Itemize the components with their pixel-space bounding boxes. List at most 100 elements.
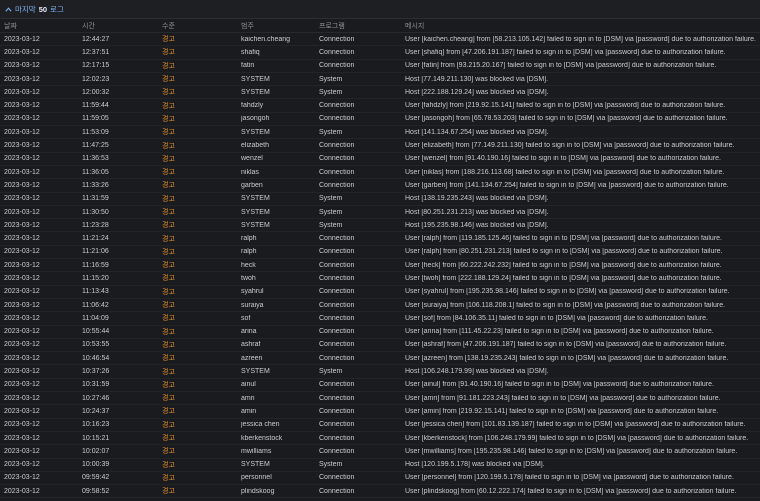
log-level: 경고 [162, 355, 175, 363]
chevron-up-icon[interactable] [4, 5, 12, 13]
log-time: 11:23:28 [82, 221, 109, 229]
table-row[interactable]: 2023-03-12 11:13:43 경고 syahrul Connectio… [0, 286, 760, 299]
log-program: Connection [319, 447, 355, 455]
log-time: 12:37:51 [82, 48, 110, 56]
log-user: niklas [241, 168, 259, 176]
column-header-level[interactable]: 수준 [162, 21, 241, 31]
table-row[interactable]: 2023-03-12 11:36:05 경고 niklas Connection… [0, 166, 760, 180]
log-user: arina [241, 328, 257, 336]
table-row[interactable]: 2023-03-12 10:15:21 경고 kberkenstock Conn… [0, 432, 760, 446]
log-time: 11:21:24 [82, 235, 109, 243]
log-date: 2023-03-12 [4, 115, 40, 123]
log-time: 10:55:44 [82, 328, 110, 336]
table-row[interactable]: 2023-03-12 09:59:42 경고 personnel Connect… [0, 472, 760, 486]
log-date: 2023-03-12 [4, 168, 40, 176]
table-row[interactable]: 2023-03-12 12:44:27 경고 kaichen.cheang Co… [0, 33, 760, 47]
table-row[interactable]: 2023-03-12 11:21:06 경고 ralph Connection … [0, 246, 760, 260]
table-row[interactable]: 2023-03-12 11:53:09 경고 SYSTEM System Hos… [0, 126, 760, 140]
log-program: Connection [319, 341, 355, 349]
log-user: SYSTEM [241, 461, 270, 469]
log-program: Connection [319, 115, 355, 123]
table-row[interactable]: 2023-03-12 11:36:53 경고 wenzel Connection… [0, 153, 760, 166]
column-header-program[interactable]: 프로그램 [319, 21, 405, 31]
table-row[interactable]: 2023-03-12 09:58:52 경고 plindskoog Connec… [0, 485, 760, 499]
log-user: ralph [241, 235, 257, 243]
table-row[interactable]: 2023-03-12 11:30:50 경고 SYSTEM System Hos… [0, 206, 760, 220]
log-message: User [syahrul] from [195.235.98.146] fai… [405, 288, 730, 296]
table-row[interactable]: 2023-03-12 10:55:44 경고 arina Connection … [0, 326, 760, 339]
table-row[interactable]: 2023-03-12 12:17:15 경고 fatin Connection … [0, 60, 760, 73]
log-user: ainul [241, 381, 256, 389]
log-message: User [garben] from [141.134.67.254] fail… [405, 181, 729, 189]
log-time: 12:02:23 [82, 75, 110, 83]
table-row[interactable]: 2023-03-12 10:27:46 경고 amri Connection U… [0, 392, 760, 406]
table-row[interactable]: 2023-03-12 12:37:51 경고 shafiq Connection… [0, 46, 760, 60]
log-level: 경고 [162, 62, 175, 70]
log-user: fahdzly [241, 102, 264, 110]
log-level: 경고 [162, 381, 175, 389]
log-time: 11:53:09 [82, 128, 109, 136]
table-row[interactable]: 2023-03-12 10:53:55 경고 ashraf Connection… [0, 339, 760, 353]
table-row[interactable]: 2023-03-12 11:59:05 경고 jasongoh Connecti… [0, 113, 760, 127]
log-time: 12:17:15 [82, 62, 110, 70]
log-date: 2023-03-12 [4, 248, 40, 256]
log-message: Host [195.235.98.146] was blocked via [D… [405, 221, 549, 229]
log-program: Connection [319, 407, 355, 415]
log-user: ashraf [241, 341, 261, 349]
table-row[interactable]: 2023-03-12 10:24:37 경고 amin Connection U… [0, 405, 760, 419]
log-date: 2023-03-12 [4, 461, 40, 469]
log-date: 2023-03-12 [4, 301, 40, 309]
log-message: User [jasongoh] from [65.78.53.203] fail… [405, 115, 728, 123]
table-row[interactable]: 2023-03-12 11:59:44 경고 fahdzly Connectio… [0, 99, 760, 113]
log-time: 10:31:59 [82, 381, 110, 389]
log-program: System [319, 208, 343, 216]
table-row[interactable]: 2023-03-12 10:37:26 경고 SYSTEM System Hos… [0, 365, 760, 379]
log-program: Connection [319, 48, 355, 56]
table-header: 날짜 시간 수준 범주 프로그램 메시지 [0, 19, 760, 33]
log-level: 경고 [162, 408, 175, 416]
log-date: 2023-03-12 [4, 48, 40, 56]
table-row[interactable]: 2023-03-12 10:02:07 경고 mwilliams Connect… [0, 445, 760, 459]
log-time: 09:59:42 [82, 474, 110, 482]
table-row[interactable]: 2023-03-12 11:23:28 경고 SYSTEM System Hos… [0, 219, 760, 233]
column-header-category[interactable]: 범주 [241, 21, 319, 31]
log-message: User [ralph] from [80.251.231.213] faile… [405, 248, 723, 256]
table-row[interactable]: 2023-03-12 10:46:54 경고 azreen Connection… [0, 352, 760, 366]
log-level: 경고 [162, 275, 175, 283]
panel-log-count: 50 [38, 4, 48, 14]
log-date: 2023-03-12 [4, 208, 40, 216]
log-date: 2023-03-12 [4, 155, 40, 163]
panel-title-bar[interactable]: 마지막 50 로그 [0, 0, 760, 19]
log-message: Host [120.199.5.178] was blocked via [DS… [405, 461, 545, 469]
table-row[interactable]: 2023-03-12 11:33:26 경고 garben Connection… [0, 179, 760, 193]
table-row[interactable]: 2023-03-12 12:02:23 경고 SYSTEM System Hos… [0, 73, 760, 87]
table-row[interactable]: 2023-03-12 11:47:25 경고 elizabeth Connect… [0, 139, 760, 153]
log-user: SYSTEM [241, 195, 270, 203]
log-date: 2023-03-12 [4, 487, 40, 495]
log-time: 11:13:43 [82, 288, 109, 296]
table-row[interactable]: 2023-03-12 11:31:59 경고 SYSTEM System Hos… [0, 193, 760, 206]
table-row[interactable]: 2023-03-12 12:00:32 경고 SYSTEM System Hos… [0, 86, 760, 100]
table-row[interactable]: 2023-03-12 11:04:09 경고 sof Connection Us… [0, 312, 760, 326]
column-header-date[interactable]: 날짜 [4, 21, 82, 31]
log-date: 2023-03-12 [4, 235, 40, 243]
log-message: User [ashraf] from [47.206.191.187] fail… [405, 341, 727, 349]
log-program: Connection [319, 181, 355, 189]
table-row[interactable]: 2023-03-12 11:16:59 경고 heck Connection U… [0, 259, 760, 273]
log-program: System [319, 461, 343, 469]
table-row[interactable]: 2023-03-12 11:06:42 경고 suraiya Connectio… [0, 299, 760, 313]
column-header-time[interactable]: 시간 [82, 21, 162, 31]
column-header-message[interactable]: 메시지 [405, 21, 758, 31]
log-message: User [twoh] from [222.188.129.24] failed… [405, 274, 722, 282]
log-message: User [suraiya] from [106.118.208.1] fail… [405, 301, 726, 309]
log-time: 10:15:21 [82, 434, 110, 442]
log-level: 경고 [162, 461, 175, 469]
table-row[interactable]: 2023-03-12 10:00:39 경고 SYSTEM System Hos… [0, 459, 760, 472]
log-program: Connection [319, 328, 355, 336]
table-row[interactable]: 2023-03-12 11:21:24 경고 ralph Connection … [0, 232, 760, 246]
log-program: System [319, 128, 343, 136]
table-row[interactable]: 2023-03-12 10:31:59 경고 ainul Connection … [0, 379, 760, 393]
table-row[interactable]: 2023-03-12 11:15:20 경고 twoh Connection U… [0, 272, 760, 286]
table-row[interactable]: 2023-03-12 10:16:23 경고 jessica chen Conn… [0, 419, 760, 432]
log-message: User [amri] from [91.181.223.243] failed… [405, 394, 721, 402]
